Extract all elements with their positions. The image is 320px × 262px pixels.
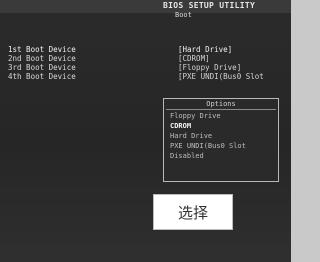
app-title: BIOS SETUP UTILITY — [163, 1, 256, 10]
bios-screen: BIOS SETUP UTILITY Boot 1st Boot Device … — [0, 0, 291, 262]
title-bar: BIOS SETUP UTILITY — [0, 0, 291, 13]
option-pxe-undi[interactable]: PXE UNDI(Bus0 Slot — [170, 142, 246, 151]
caption-box: 选择 — [153, 194, 233, 230]
boot-device-4-value[interactable]: [PXE UNDI(Bus0 Slot — [178, 72, 264, 81]
option-floppy-drive[interactable]: Floppy Drive — [170, 112, 221, 121]
boot-device-3-value[interactable]: [Floppy Drive] — [178, 63, 241, 72]
boot-device-1-value[interactable]: [Hard Drive] — [178, 45, 232, 54]
tab-boot[interactable]: Boot — [175, 11, 192, 19]
option-cdrom[interactable]: CDROM — [170, 122, 191, 131]
bottom-band — [0, 246, 291, 262]
boot-device-1-label[interactable]: 1st Boot Device — [8, 45, 76, 54]
boot-device-3-label[interactable]: 3rd Boot Device — [8, 63, 76, 72]
boot-device-4-label[interactable]: 4th Boot Device — [8, 72, 76, 81]
options-divider — [166, 109, 276, 110]
option-disabled[interactable]: Disabled — [170, 152, 204, 161]
boot-device-2-label[interactable]: 2nd Boot Device — [8, 54, 76, 63]
options-popup-title: Options — [206, 100, 236, 108]
boot-device-2-value[interactable]: [CDROM] — [178, 54, 210, 63]
options-popup: Options Floppy Drive CDROM Hard Drive PX… — [163, 98, 279, 182]
caption-text: 选择 — [177, 203, 208, 222]
option-hard-drive[interactable]: Hard Drive — [170, 132, 212, 141]
